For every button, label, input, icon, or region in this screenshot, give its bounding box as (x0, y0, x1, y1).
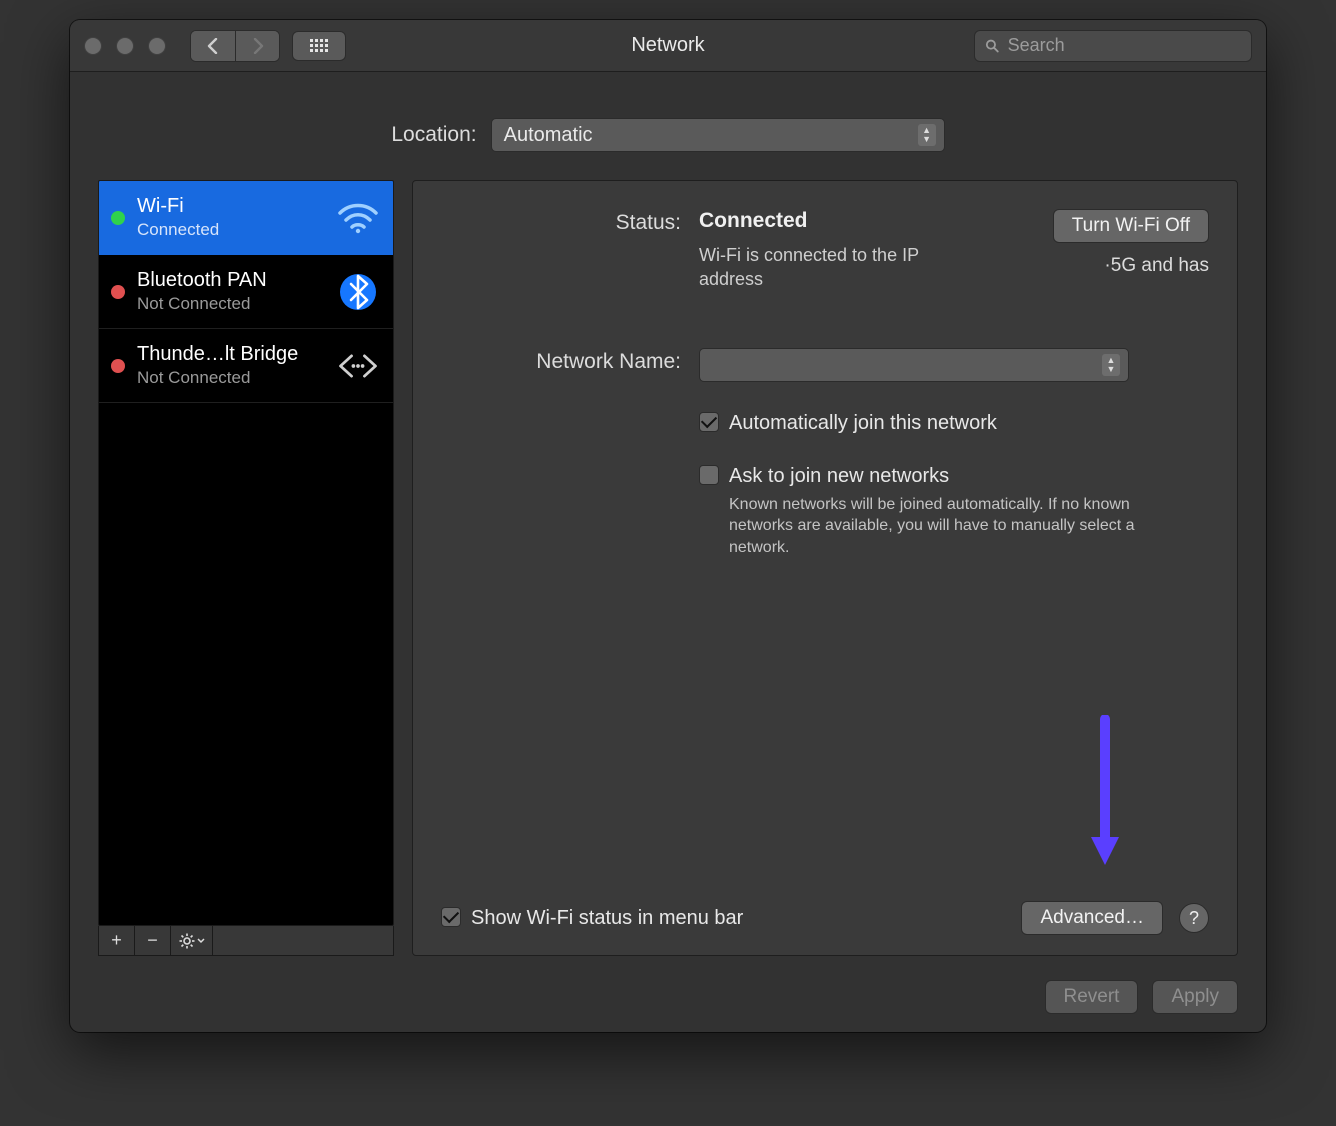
ask-join-checkbox-row[interactable]: Ask to join new networks Known networks … (699, 465, 1209, 559)
body: Location: Automatic ▲▼ Wi-Fi Connected (70, 72, 1266, 1032)
sidebar-item-wifi[interactable]: Wi-Fi Connected (99, 181, 393, 255)
show-status-checkbox[interactable] (441, 907, 461, 927)
status-label: Status: (441, 209, 681, 292)
gear-icon (179, 933, 195, 949)
show-all-prefs-button[interactable] (292, 31, 346, 61)
show-status-menubar-row[interactable]: Show Wi-Fi status in menu bar (441, 907, 743, 930)
revert-button[interactable]: Revert (1045, 980, 1139, 1014)
forward-button[interactable] (235, 31, 279, 61)
network-prefs-window: Network Location: Automatic ▲▼ (70, 20, 1266, 1032)
status-dot-icon (111, 211, 125, 225)
status-dot-icon (111, 359, 125, 373)
sidebar-item-thunderbolt-bridge[interactable]: Thunde…lt Bridge Not Connected (99, 329, 393, 403)
interfaces-sidebar: Wi-Fi Connected (98, 180, 394, 956)
ask-join-label: Ask to join new networks (729, 465, 1149, 488)
titlebar: Network (70, 20, 1266, 72)
sidebar-toolbar: + − (98, 926, 394, 956)
status-desc: Wi-Fi is connected to the IP address (699, 243, 929, 292)
sidebar-item-bluetooth-pan[interactable]: Bluetooth PAN Not Connected (99, 255, 393, 329)
thunderbolt-bridge-icon (335, 343, 381, 389)
interface-name: Thunde…lt Bridge (137, 343, 298, 366)
traffic-lights (84, 37, 166, 55)
location-value: Automatic (504, 124, 593, 147)
ask-join-row: Ask to join new networks Known networks … (441, 465, 1209, 559)
ask-join-checkbox[interactable] (699, 465, 719, 485)
interface-list[interactable]: Wi-Fi Connected (98, 180, 394, 926)
annotation-arrow-icon (1085, 715, 1125, 875)
grid-icon (310, 39, 328, 52)
auto-join-checkbox-row[interactable]: Automatically join this network (699, 412, 1209, 435)
remove-interface-button[interactable]: − (135, 926, 171, 955)
location-label: Location: (391, 123, 476, 147)
search-field-wrap[interactable] (974, 30, 1252, 62)
bluetooth-icon (335, 269, 381, 315)
wifi-icon (335, 195, 381, 241)
interface-status: Not Connected (137, 294, 267, 314)
toggle-wifi-button[interactable]: Turn Wi-Fi Off (1053, 209, 1209, 243)
stepper-icon: ▲▼ (918, 124, 936, 146)
apply-button[interactable]: Apply (1152, 980, 1238, 1014)
minimize-window-icon[interactable] (116, 37, 134, 55)
chevron-down-icon (197, 938, 205, 944)
status-value: Connected (699, 209, 1035, 233)
close-window-icon[interactable] (84, 37, 102, 55)
auto-join-label: Automatically join this network (729, 412, 997, 435)
status-dot-icon (111, 285, 125, 299)
detail-panel: Status: Connected Wi-Fi is connected to … (412, 180, 1238, 956)
status-row: Status: Connected Wi-Fi is connected to … (441, 209, 1209, 292)
stepper-icon: ▲▼ (1102, 354, 1120, 376)
network-name-select[interactable]: ▲▼ (699, 348, 1129, 382)
status-extra: ·5G and has (1104, 255, 1209, 277)
interface-name: Bluetooth PAN (137, 269, 267, 292)
search-icon (985, 38, 1000, 54)
nav-back-forward (190, 30, 280, 62)
interface-actions-menu[interactable] (171, 926, 213, 955)
auto-join-checkbox[interactable] (699, 412, 719, 432)
ask-join-help: Known networks will be joined automatica… (729, 494, 1149, 559)
show-status-label: Show Wi-Fi status in menu bar (471, 907, 743, 930)
network-name-row: Network Name: ▲▼ (441, 348, 1209, 382)
add-interface-button[interactable]: + (99, 926, 135, 955)
back-button[interactable] (191, 31, 235, 61)
interface-status: Connected (137, 220, 219, 240)
zoom-window-icon[interactable] (148, 37, 166, 55)
search-input[interactable] (1008, 35, 1241, 56)
advanced-button[interactable]: Advanced… (1021, 901, 1163, 935)
help-button[interactable]: ? (1179, 903, 1209, 933)
interface-status: Not Connected (137, 368, 298, 388)
network-name-label: Network Name: (441, 348, 681, 382)
location-row: Location: Automatic ▲▼ (98, 118, 1238, 152)
location-select[interactable]: Automatic ▲▼ (491, 118, 945, 152)
interface-name: Wi-Fi (137, 195, 219, 218)
detail-bottom-row: Show Wi-Fi status in menu bar Advanced… … (441, 901, 1209, 935)
toolbar-spacer (213, 926, 393, 955)
auto-join-row: Automatically join this network (441, 412, 1209, 435)
footer: Revert Apply (98, 962, 1238, 1014)
